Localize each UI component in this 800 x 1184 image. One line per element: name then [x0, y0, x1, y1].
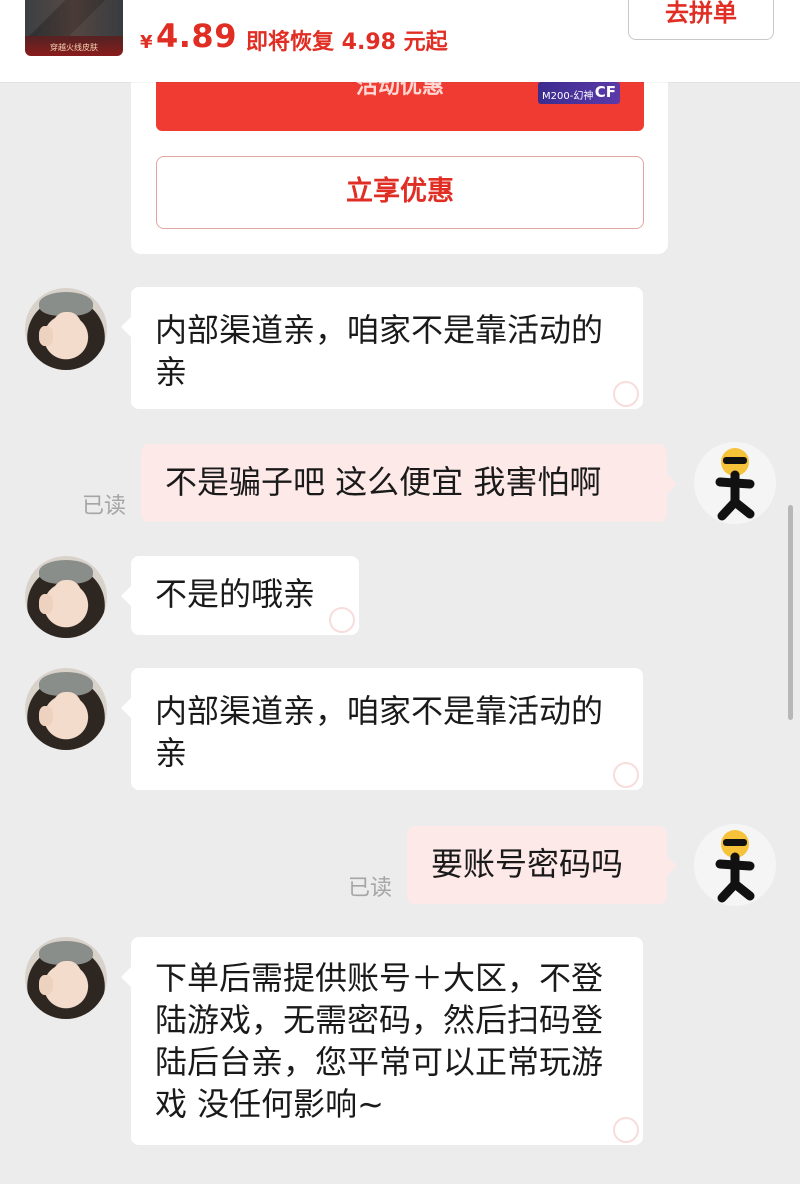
product-bar: 穿越火线皮肤 ¥ 4.89 即将恢复 4.98 元起 去拼单 — [0, 0, 800, 82]
message-text: 不是骗子吧 这么便宜 我害怕啊 — [165, 463, 602, 501]
cool-emoji-avatar-icon — [715, 830, 755, 903]
game-badge: M200-幻神 CF — [538, 82, 620, 104]
badge-game-logo: CF — [594, 83, 616, 101]
watermark-icon — [613, 762, 639, 788]
product-image — [25, 0, 123, 36]
cool-emoji-avatar-icon — [715, 448, 755, 521]
message-text: 要账号密码吗 — [431, 845, 624, 883]
message-bubble[interactable]: 下单后需提供账号＋大区，不登陆游戏，无需密码，然后扫码登陆后台亲，您平常可以正常… — [121, 937, 643, 1145]
seller-avatar[interactable] — [25, 937, 107, 1019]
user-avatar[interactable] — [694, 824, 776, 906]
read-status: 已读 — [82, 494, 127, 519]
promo-banner[interactable]: 活动优惠 M200-幻神 CF — [156, 74, 644, 131]
user-avatar[interactable] — [694, 442, 776, 524]
price-currency: ¥ — [140, 32, 153, 53]
seller-avatar[interactable] — [25, 556, 107, 638]
message-bubble[interactable]: 内部渠道亲，咱家不是靠活动的亲 — [121, 287, 643, 409]
message-text: 下单后需提供账号＋大区，不登陆游戏，无需密码，然后扫码登陆后台亲，您平常可以正常… — [155, 959, 604, 1123]
seller-avatar[interactable] — [25, 288, 107, 370]
message-bubble[interactable]: 内部渠道亲，咱家不是靠活动的亲 — [121, 668, 643, 790]
watermark-icon — [613, 1117, 639, 1143]
group-buy-button[interactable]: 去拼单 — [628, 0, 774, 40]
badge-item-name: M200-幻神 — [542, 91, 594, 102]
message-bubble[interactable]: 不是的哦亲 — [121, 556, 359, 635]
message-bubble-own[interactable]: 不是骗子吧 这么便宜 我害怕啊 — [141, 444, 677, 522]
scrollbar[interactable] — [788, 505, 793, 720]
message-text: 内部渠道亲，咱家不是靠活动的亲 — [155, 692, 604, 772]
message-text: 内部渠道亲，咱家不是靠活动的亲 — [155, 311, 604, 391]
price-value: 4.89 — [156, 17, 237, 55]
seller-avatar[interactable] — [25, 668, 107, 750]
message-bubble-own[interactable]: 要账号密码吗 — [407, 826, 677, 904]
message-text: 不是的哦亲 — [155, 575, 316, 613]
watermark-icon — [613, 381, 639, 407]
product-thumbnail[interactable]: 穿越火线皮肤 — [25, 0, 123, 56]
restore-price-note: 即将恢复 4.98 元起 — [246, 30, 448, 55]
thumbnail-label: 穿越火线皮肤 — [50, 43, 98, 52]
read-status: 已读 — [348, 876, 393, 901]
claim-offer-button[interactable]: 立享优惠 — [156, 156, 644, 229]
watermark-icon — [329, 607, 355, 633]
